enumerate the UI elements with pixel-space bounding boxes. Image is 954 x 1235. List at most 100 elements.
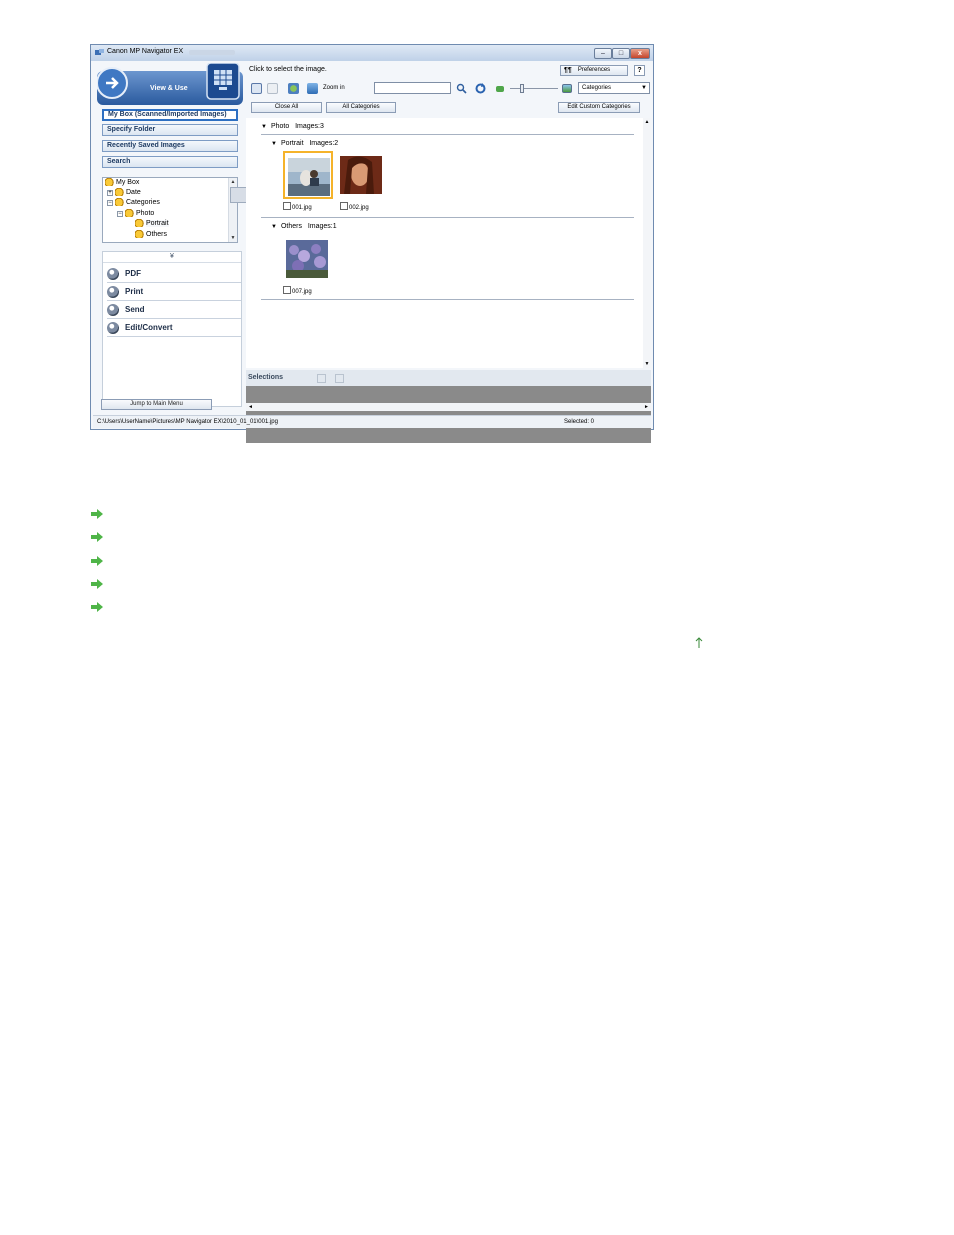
folder-icon (135, 230, 144, 238)
close-button[interactable]: x (630, 48, 650, 59)
close-all-button[interactable]: Close All (251, 102, 322, 113)
scroll-up-icon[interactable]: ▲ (643, 119, 651, 125)
group-photo-header[interactable]: ▼ Photo Images:3 (261, 123, 324, 130)
select-checkbox[interactable] (283, 286, 291, 294)
left-panel: View & Use My Box (Scanned/Imported Imag… (97, 63, 280, 413)
scroll-down-icon[interactable]: ▼ (229, 234, 237, 242)
zoom-in-label: Zoom in (323, 85, 345, 91)
scroll-right-icon[interactable]: ► (644, 403, 649, 411)
title-bar[interactable]: Canon MP Navigator EX – □ x (91, 45, 653, 61)
tree-item-date[interactable]: + Date (107, 188, 141, 198)
collapse-chevron-icon[interactable]: ¥ (103, 252, 241, 263)
photo-thumbnail-couple (288, 158, 330, 196)
right-panel: Click to select the image. ¶¶ Preference… (246, 63, 651, 443)
group-portrait-header[interactable]: ▼ Portrait Images:2 (271, 140, 338, 147)
select-checkbox[interactable] (340, 202, 348, 210)
action-edit-convert[interactable]: Edit/Convert (107, 321, 241, 337)
selections-bar: Selections (246, 370, 651, 386)
filename-001[interactable]: 001.jpg (283, 202, 312, 211)
instruction-text: Click to select the image. (249, 66, 327, 73)
thumbnail-scrollbar[interactable]: ▲ ▼ (643, 118, 651, 368)
action-pdf[interactable]: PDF (107, 267, 241, 283)
chevron-down-icon: ▼ (641, 85, 647, 91)
mode-search[interactable]: Search (102, 156, 238, 168)
all-categories-button[interactable]: All Categories (326, 102, 396, 113)
link-arrow-icon[interactable] (90, 579, 104, 589)
collapse-triangle-icon[interactable]: ▼ (271, 141, 277, 147)
collapse-toggle[interactable]: − (117, 211, 123, 217)
action-send[interactable]: Send (107, 303, 241, 319)
filename-002[interactable]: 002.jpg (340, 202, 369, 211)
selections-scrollbar[interactable]: ◄ ► (246, 403, 651, 411)
grid-view-icon[interactable] (317, 374, 326, 383)
scroll-left-icon[interactable]: ◄ (248, 403, 253, 411)
minimize-button[interactable]: – (594, 48, 612, 59)
thumbnail-size-slider[interactable] (510, 84, 558, 93)
mode-recently-saved[interactable]: Recently Saved Images (102, 140, 238, 152)
photo-thumbnail-portrait (340, 156, 382, 194)
folder-icon (125, 209, 134, 217)
search-icon[interactable] (456, 83, 467, 94)
scroll-down-icon[interactable]: ▼ (643, 361, 651, 367)
mode-my-box[interactable]: My Box (Scanned/Imported Images) (102, 109, 238, 121)
thumbnail-area: ▼ Photo Images:3 ▼ Portrait Images:2 001.j… (246, 118, 651, 368)
small-thumbnail-icon[interactable] (496, 86, 504, 92)
maximize-button[interactable]: □ (612, 48, 630, 59)
action-print[interactable]: Print (107, 285, 241, 301)
help-button[interactable]: ? (634, 65, 645, 76)
link-arrow-icon[interactable] (90, 532, 104, 542)
window-title-extra (189, 50, 235, 55)
jump-to-main-menu-button[interactable]: Jump to Main Menu (101, 399, 212, 410)
folder-icon (115, 198, 124, 206)
divider (261, 217, 634, 218)
link-arrow-icon[interactable] (90, 509, 104, 519)
tree-item-photo[interactable]: − Photo (117, 209, 154, 219)
folder-icon (135, 219, 144, 227)
app-icon (95, 49, 104, 55)
thumbnail-001[interactable] (283, 151, 333, 199)
expand-toggle[interactable]: + (107, 190, 113, 196)
link-arrow-icon[interactable] (90, 556, 104, 566)
filename-007[interactable]: 007.jpg (283, 286, 312, 295)
select-checkbox[interactable] (283, 202, 291, 210)
selections-label: Selections (248, 374, 284, 381)
collapse-triangle-icon[interactable]: ▼ (261, 124, 267, 130)
collapse-toggle[interactable]: − (107, 200, 113, 206)
view-by-select[interactable]: Categories ▼ (578, 82, 650, 94)
link-arrow-icon[interactable] (90, 602, 104, 612)
large-thumbnail-icon[interactable] (562, 84, 572, 93)
tree-item-portrait[interactable]: Portrait (135, 219, 169, 229)
add-category-icon[interactable] (288, 83, 299, 94)
edit-custom-categories-button[interactable]: Edit Custom Categories (558, 102, 640, 113)
edit-icon (107, 322, 119, 334)
tree-item-my-box[interactable]: My Box (105, 178, 139, 188)
tree-item-categories[interactable]: − Categories (107, 198, 160, 208)
status-bar: C:\Users\UserName\Pictures\MP Navigator … (93, 415, 651, 428)
collapse-triangle-icon[interactable]: ▼ (271, 224, 277, 230)
preferences-button[interactable]: ¶¶ Preferences (560, 65, 628, 76)
zoom-in-icon[interactable] (307, 83, 318, 94)
scroll-up-icon[interactable]: ▲ (229, 178, 237, 186)
tree-item-others[interactable]: Others (135, 230, 167, 240)
slider-knob[interactable] (520, 84, 524, 93)
divider (261, 134, 634, 135)
search-input[interactable] (374, 82, 451, 94)
print-icon (107, 286, 119, 298)
folder-icon (115, 188, 124, 196)
mode-specify-folder[interactable]: Specify Folder (102, 124, 238, 136)
tree-scrollbar[interactable]: ▲ ▼ (228, 178, 280, 242)
single-view-icon[interactable] (335, 374, 344, 383)
app-window: Canon MP Navigator EX – □ x View & Use M… (90, 44, 654, 443)
divider (261, 299, 634, 300)
deselect-all-icon[interactable] (267, 83, 278, 94)
select-all-icon[interactable] (251, 83, 262, 94)
thumbnail-002[interactable] (337, 151, 387, 199)
thumbnail-007[interactable] (283, 235, 333, 283)
back-to-top-icon[interactable] (694, 637, 704, 649)
status-selected-count: Selected: 0 (564, 419, 595, 425)
window-title: Canon MP Navigator EX (107, 48, 184, 55)
group-others-header[interactable]: ▼ Others Images:1 (271, 223, 337, 230)
folder-icon (105, 178, 114, 186)
refresh-icon[interactable] (475, 83, 486, 94)
preferences-icon: ¶¶ (564, 67, 572, 74)
